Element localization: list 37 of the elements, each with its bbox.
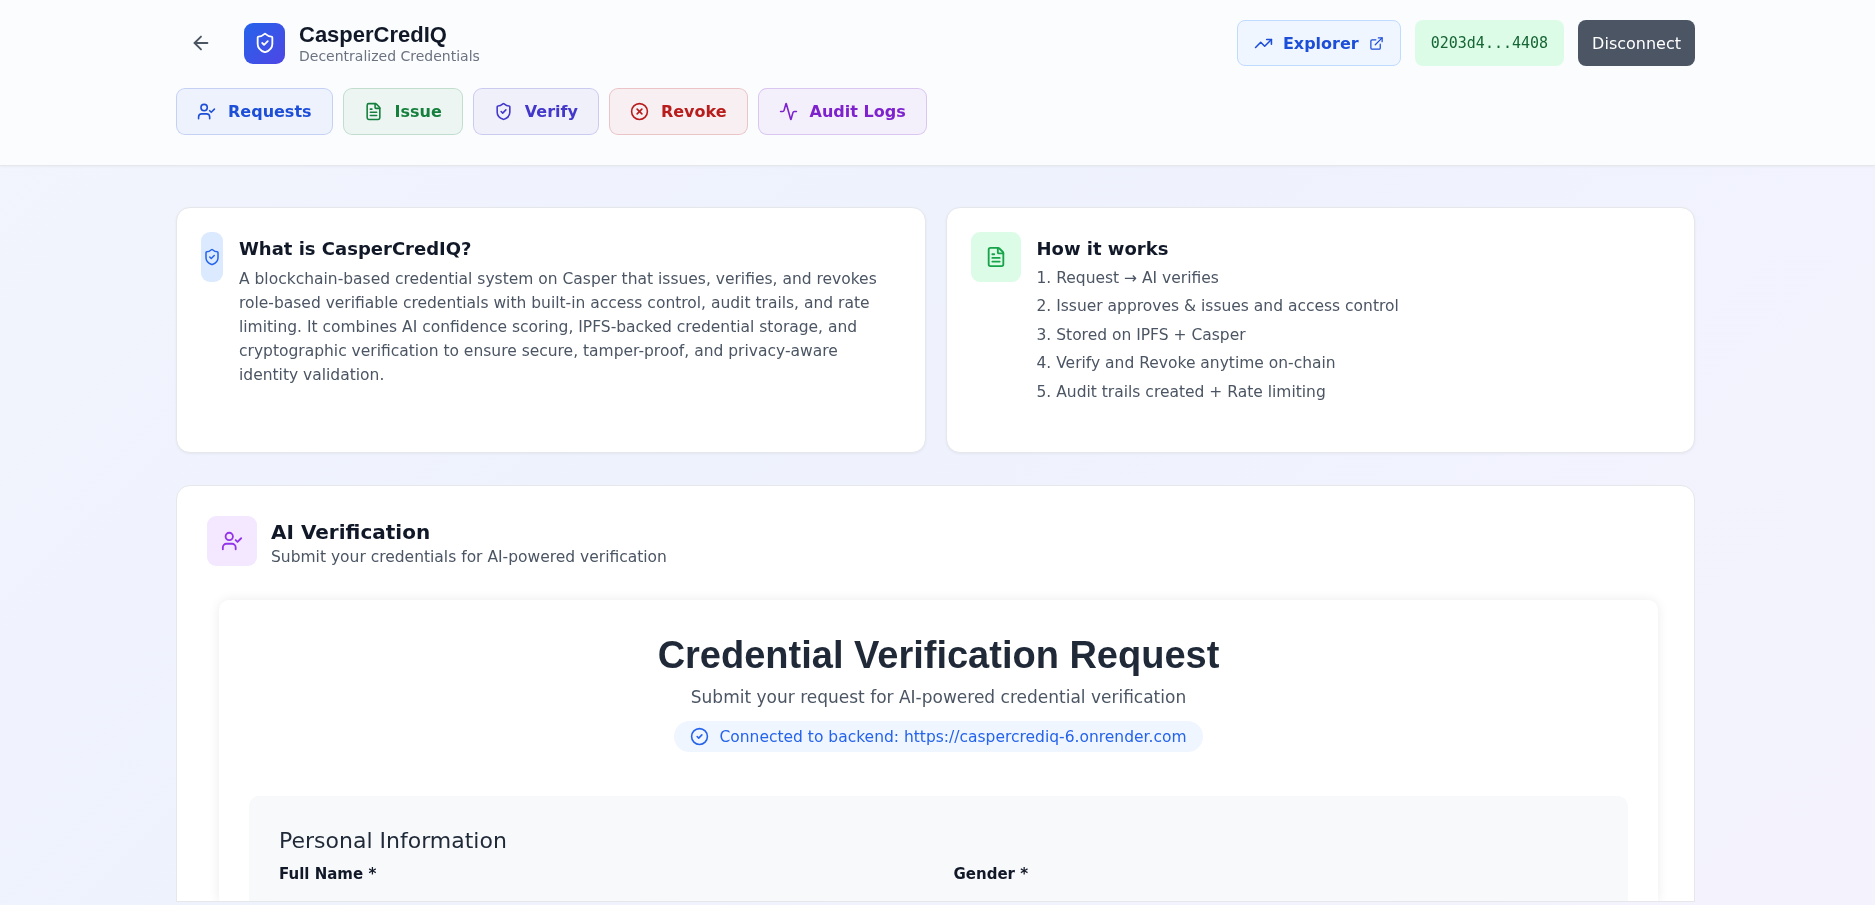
app-subtitle: Decentralized Credentials (299, 48, 480, 64)
step-text: 1. Request → AI verifies (1036, 268, 1220, 289)
nav-tab[interactable]: Issue (342, 88, 463, 135)
circle-x-icon (629, 102, 649, 121)
field-label: Gender * (953, 865, 1030, 883)
pulse-icon (778, 102, 798, 121)
check-circle-icon (690, 727, 710, 746)
disconnect-button[interactable]: Disconnect (1578, 20, 1695, 66)
section-title: AI Verification (271, 520, 432, 544)
card-title: How it works (1036, 238, 1170, 259)
field-label: Full Name * (279, 865, 378, 883)
wallet-address: 0203d4...4408 (1414, 20, 1565, 66)
card-title: What is CasperCredIQ? (239, 238, 473, 259)
card-description: A blockchain-based credential system on Casper that issues, verifies, and revokes role-based verifiable credentials with built-in access control, audit trails, and rate limiting. It combines AI confidence scoring, IPFS-backed credential storage, and cryptographic verification to ensure secure, tamper-proof, and privacy-aware identity validation. (239, 269, 878, 387)
user-check-icon (207, 516, 257, 566)
section-heading: Personal Information (279, 828, 508, 853)
user-check-icon (197, 102, 216, 121)
nav-tab[interactable]: Verify (472, 88, 599, 135)
shield-check-icon (493, 102, 513, 121)
step-text: 2. Issuer approves & issues and access control (1036, 296, 1399, 318)
shield-logo-icon (244, 22, 285, 64)
explorer-button[interactable]: Explorer (1236, 20, 1401, 66)
document-icon (970, 232, 1021, 282)
form-subtitle: Submit your request for AI-powered credential verification (690, 687, 1187, 707)
shield-check-icon (201, 232, 223, 282)
step-text: 5. Audit trails created + Rate limiting (1036, 381, 1327, 403)
form-title: Credential Verification Request (657, 634, 1220, 677)
nav-tab[interactable]: Requests (176, 88, 333, 135)
connection-status: Connected to backend: https://caspercrediq-6.onrender.com (674, 721, 1203, 752)
nav-tab[interactable]: Audit Logs (757, 88, 927, 135)
step-text: 3. Stored on IPFS + Casper (1036, 324, 1247, 346)
section-subtitle: Submit your credentials for AI-powered verification (271, 548, 667, 566)
step-text: 4. Verify and Revoke anytime on-chain (1036, 353, 1337, 375)
app-title: CasperCredIQ (299, 22, 448, 48)
external-link-icon (1368, 35, 1384, 51)
document-icon (363, 102, 383, 121)
nav-tab[interactable]: Revoke (608, 88, 748, 135)
